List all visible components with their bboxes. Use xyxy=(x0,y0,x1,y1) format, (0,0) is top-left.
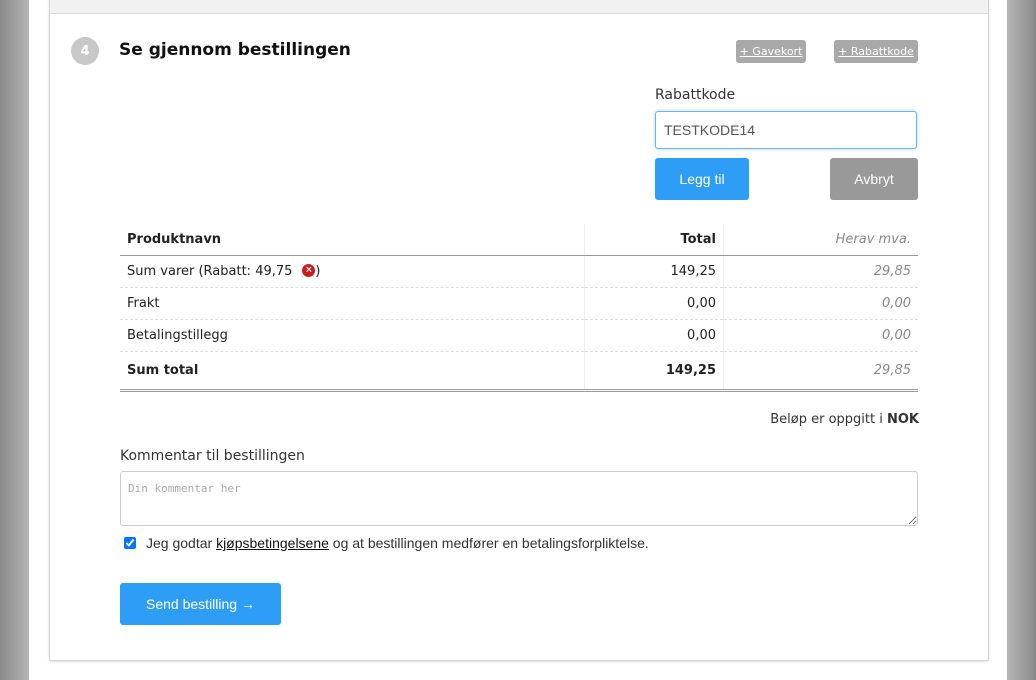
order-summary-table: Produktnavn Total Herav mva. Sum varer (… xyxy=(120,224,918,392)
header-total: Total xyxy=(584,224,724,256)
row-vat: 0,00 xyxy=(723,319,918,352)
currency-code: NOK xyxy=(886,412,919,427)
table-row: Sum varer (Rabatt: 49,75 ×) 149,25 29,85 xyxy=(120,255,918,288)
row-name: Sum varer (Rabatt: 49,75 xyxy=(127,264,293,279)
row-vat: 0,00 xyxy=(723,287,918,320)
grand-total-vat: 29,85 xyxy=(723,351,918,392)
coupon-code-label: Rabattkode xyxy=(655,87,736,103)
terms-checkbox[interactable] xyxy=(124,537,136,549)
terms-suffix: og at bestillingen medfører en betalings… xyxy=(328,535,649,551)
remove-discount-icon[interactable]: × xyxy=(302,264,316,277)
row-name: Frakt xyxy=(120,287,585,320)
panel-top-strip xyxy=(50,0,988,14)
row-vat: 29,85 xyxy=(723,255,918,288)
table-row: Betalingstillegg 0,00 0,00 xyxy=(120,319,918,352)
terms-prefix: Jeg godtar xyxy=(146,535,217,551)
step-number-badge: 4 xyxy=(71,37,99,65)
apply-coupon-button[interactable]: Legg til xyxy=(655,158,749,200)
row-name: Betalingstillegg xyxy=(120,319,585,352)
terms-row: Jeg godtar kjøpsbetingelsene og at besti… xyxy=(124,535,649,551)
header-product-name: Produktnavn xyxy=(120,224,585,256)
coupon-code-input[interactable] xyxy=(655,111,917,149)
row-total: 0,00 xyxy=(584,319,724,352)
row-total: 149,25 xyxy=(584,255,724,288)
add-gift-card-button[interactable]: + Gavekort xyxy=(736,40,806,63)
send-order-button[interactable]: Send bestilling → xyxy=(120,583,281,625)
add-coupon-button[interactable]: + Rabattkode xyxy=(834,40,918,63)
terms-link[interactable]: kjøpsbetingelsene xyxy=(216,535,329,551)
row-name-suffix: ) xyxy=(315,264,321,279)
cancel-coupon-button[interactable]: Avbryt xyxy=(830,158,918,200)
currency-note: Beløp er oppgitt i NOK xyxy=(770,412,919,427)
table-header-row: Produktnavn Total Herav mva. xyxy=(120,224,918,256)
order-review-panel: 4 Se gjennom bestillingen + Gavekort + R… xyxy=(49,0,989,661)
table-row: Frakt 0,00 0,00 xyxy=(120,287,918,320)
grand-total-row: Sum total 149,25 29,85 xyxy=(120,351,918,392)
grand-total-value: 149,25 xyxy=(584,351,724,392)
currency-note-text: Beløp er oppgitt i xyxy=(770,412,887,427)
step-title: Se gjennom bestillingen xyxy=(119,40,351,60)
header-vat: Herav mva. xyxy=(723,224,918,256)
grand-total-name: Sum total xyxy=(120,351,585,392)
row-total: 0,00 xyxy=(584,287,724,320)
comment-textarea[interactable] xyxy=(120,471,918,526)
row-name-cell: Sum varer (Rabatt: 49,75 ×) xyxy=(120,255,585,288)
comment-label: Kommentar til bestillingen xyxy=(120,448,305,464)
